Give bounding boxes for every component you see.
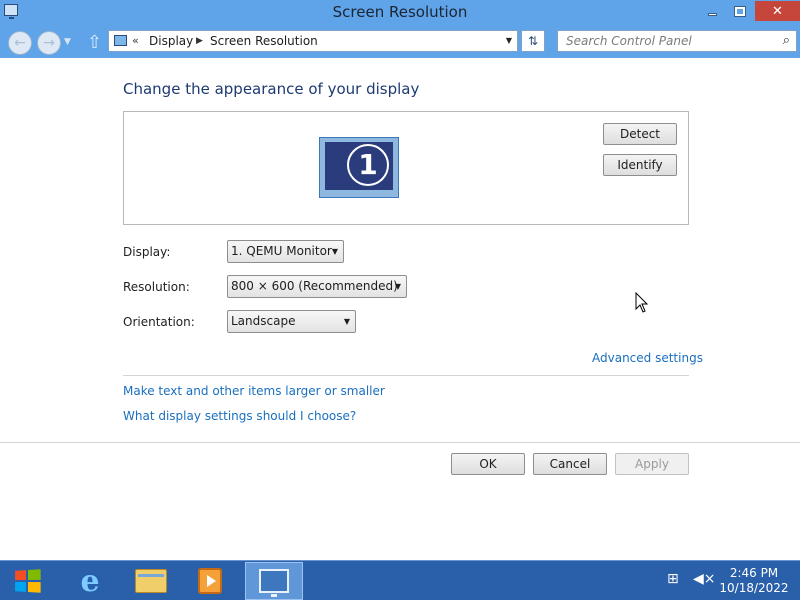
up-arrow-icon[interactable]: ⇧ <box>87 32 102 53</box>
taskbar-internet-explorer[interactable]: e <box>72 562 108 600</box>
ok-button[interactable]: OK <box>451 453 525 475</box>
internet-explorer-icon: e <box>80 563 100 599</box>
display-help-link[interactable]: What display settings should I choose? <box>123 409 356 423</box>
text-size-link[interactable]: Make text and other items larger or smal… <box>123 384 385 398</box>
breadcrumb-arrow-icon[interactable]: ▶ <box>196 36 203 46</box>
chevron-down-icon: ▼ <box>331 247 338 256</box>
start-button[interactable] <box>0 562 54 600</box>
identify-button[interactable]: Identify <box>603 154 677 176</box>
system-clock[interactable]: 2:46 PM 10/18/2022 <box>712 566 796 596</box>
detect-button[interactable]: Detect <box>603 123 677 145</box>
minimize-button[interactable] <box>700 1 725 21</box>
search-box[interactable]: ⌕ <box>557 30 797 52</box>
windows-logo-icon <box>15 569 41 593</box>
navigation-bar: ← → ▼ ⇧ « Display ▶ Screen Resolution ▼ … <box>0 24 800 58</box>
page-title: Change the appearance of your display <box>123 80 420 98</box>
breadcrumb-overflow-icon[interactable]: « <box>132 34 139 47</box>
orientation-select-value: Landscape <box>231 314 296 328</box>
close-button[interactable]: ✕ <box>755 1 800 21</box>
display-select[interactable]: 1. QEMU Monitor ▼ <box>227 240 344 263</box>
breadcrumb-display[interactable]: Display <box>149 34 193 48</box>
network-icon[interactable]: ⊞ <box>667 571 679 587</box>
control-panel-icon <box>114 35 127 46</box>
monitor-number: 1 <box>347 144 389 186</box>
chevron-down-icon: ▼ <box>343 317 350 326</box>
monitor-arrangement-panel: 1 Detect Identify <box>123 111 689 225</box>
window-title: Screen Resolution <box>332 3 468 21</box>
clock-time: 2:46 PM <box>729 566 779 580</box>
breadcrumb-screen-resolution[interactable]: Screen Resolution <box>210 34 318 48</box>
refresh-icon: ⇅ <box>527 34 539 48</box>
taskbar-screen-resolution[interactable] <box>245 562 303 600</box>
restore-icon <box>733 5 746 17</box>
resolution-select-value: 800 × 600 (Recommended) <box>231 279 398 293</box>
maximize-button[interactable] <box>727 1 752 21</box>
back-button[interactable]: ← <box>8 31 32 55</box>
file-explorer-icon <box>135 569 167 593</box>
chevron-down-icon: ▼ <box>394 282 401 291</box>
recent-locations-chevron-icon[interactable]: ▼ <box>64 37 71 47</box>
back-arrow-icon: ← <box>14 35 26 51</box>
mouse-cursor-icon <box>635 292 649 313</box>
resolution-select[interactable]: 800 × 600 (Recommended) ▼ <box>227 275 407 298</box>
resolution-label: Resolution: <box>123 280 190 294</box>
minimize-icon <box>708 12 717 16</box>
monitor-screen: 1 <box>325 142 393 190</box>
screen-resolution-icon <box>259 569 289 597</box>
taskbar-file-explorer[interactable] <box>132 562 170 600</box>
monitor-1-icon[interactable]: 1 <box>319 137 399 198</box>
clock-date: 10/18/2022 <box>719 581 789 595</box>
address-bar[interactable]: « Display ▶ Screen Resolution ▼ <box>108 30 518 52</box>
cancel-button[interactable]: Cancel <box>533 453 607 475</box>
display-select-value: 1. QEMU Monitor <box>231 244 332 258</box>
search-icon[interactable]: ⌕ <box>783 33 790 48</box>
footer-divider <box>0 442 800 443</box>
search-input[interactable] <box>558 31 768 51</box>
forward-button[interactable]: → <box>37 31 61 55</box>
forward-arrow-icon: → <box>43 35 55 51</box>
refresh-button[interactable]: ⇅ <box>521 30 545 52</box>
orientation-label: Orientation: <box>123 315 195 329</box>
taskbar-media-player[interactable] <box>190 562 230 600</box>
apply-button[interactable]: Apply <box>615 453 689 475</box>
screen-resolution-window: Screen Resolution ✕ ← → ▼ ⇧ « Display ▶ … <box>0 0 800 560</box>
divider <box>123 375 689 376</box>
address-dropdown-icon[interactable]: ▼ <box>506 36 512 45</box>
display-label: Display: <box>123 245 171 259</box>
media-player-icon <box>198 568 222 594</box>
advanced-settings-link[interactable]: Advanced settings <box>592 351 703 365</box>
close-icon: ✕ <box>772 3 783 19</box>
title-bar[interactable]: Screen Resolution ✕ <box>0 0 800 24</box>
taskbar: e ⊞ ◀× 2:46 PM 10/18/2022 <box>0 560 800 600</box>
orientation-select[interactable]: Landscape ▼ <box>227 310 356 333</box>
